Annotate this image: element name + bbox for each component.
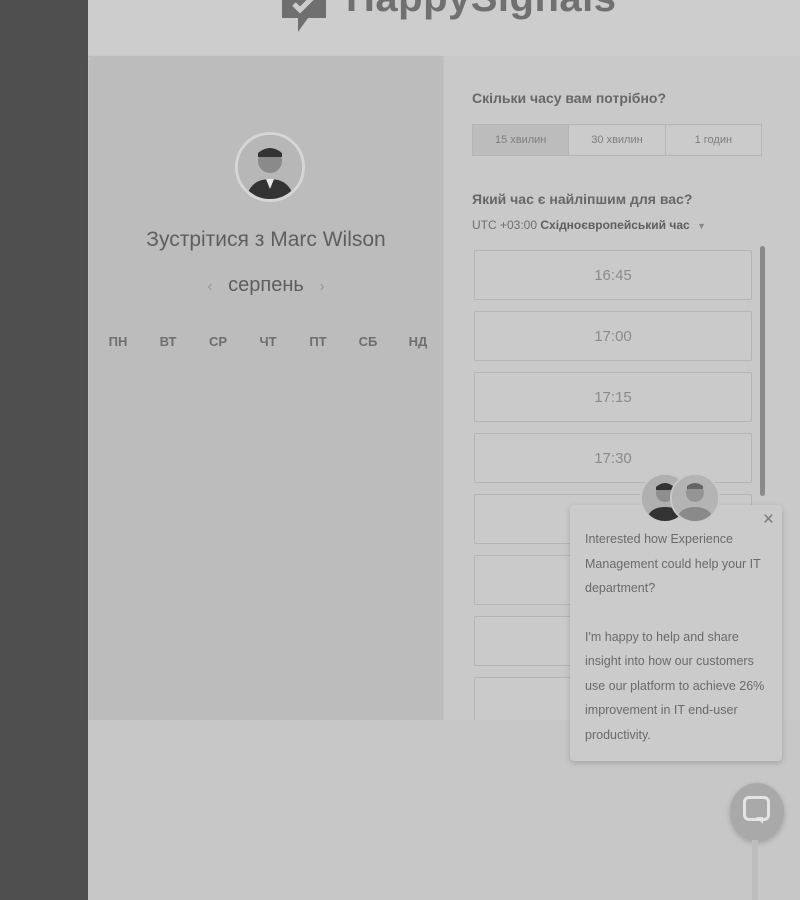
slot-scrollbar[interactable] bbox=[760, 246, 765, 496]
chat-launcher-button[interactable] bbox=[730, 783, 784, 841]
happysignals-logo-icon bbox=[282, 0, 326, 32]
scroll-edge bbox=[752, 840, 758, 900]
weekday-label: НД bbox=[408, 334, 428, 349]
timezone-name: Східноєвропейський час bbox=[540, 218, 690, 232]
popup-message: Interested how Experience Management cou… bbox=[585, 527, 771, 771]
logo-bar: HappySignals bbox=[88, 0, 800, 57]
weekday-label: ЧТ bbox=[259, 334, 277, 349]
weekday-label: ПН bbox=[108, 334, 128, 349]
month-nav: ‹ серпень › bbox=[90, 274, 442, 297]
timezone-selector[interactable]: UTC +03:00 Східноєвропейський час ▼ bbox=[472, 218, 706, 232]
time-slot[interactable]: 16:45 bbox=[474, 250, 752, 300]
duration-option-60[interactable]: 1 годин bbox=[666, 125, 761, 155]
weekday-label: ПТ bbox=[309, 334, 327, 349]
host-panel: Зустрітися з Marc Wilson ‹ серпень › ПН … bbox=[90, 56, 442, 720]
time-question: Який час є найліпшим для вас? bbox=[472, 191, 693, 207]
duration-option-30[interactable]: 30 хвилин bbox=[569, 125, 666, 155]
duration-option-15[interactable]: 15 хвилин bbox=[473, 125, 570, 155]
meet-title: Зустрітися з Marc Wilson bbox=[146, 228, 386, 251]
host-name: Marc Wilson bbox=[270, 228, 386, 251]
weekday-label: ВТ bbox=[159, 334, 177, 349]
chat-popup: × Interested how Experience Management c… bbox=[570, 505, 782, 761]
duration-selector: 15 хвилин 30 хвилин 1 годин bbox=[472, 124, 762, 156]
month-label: серпень bbox=[228, 274, 304, 296]
popup-paragraph: Interested how Experience Management cou… bbox=[585, 532, 761, 595]
caret-down-icon: ▼ bbox=[697, 221, 706, 231]
time-slot[interactable]: 17:15 bbox=[474, 372, 752, 422]
brand-name: HappySignals bbox=[346, 0, 617, 21]
host-avatar bbox=[235, 132, 305, 202]
weekday-label: СБ bbox=[358, 334, 378, 349]
agent-avatar bbox=[670, 473, 720, 523]
popup-paragraph: I'm happy to help and share insight into… bbox=[585, 629, 765, 742]
weekday-header: ПН ВТ СР ЧТ ПТ СБ НД bbox=[98, 334, 438, 349]
weekday-label: СР bbox=[208, 334, 228, 349]
time-slot[interactable]: 17:00 bbox=[474, 311, 752, 361]
timezone-offset: UTC +03:00 bbox=[472, 218, 538, 232]
agent-avatars bbox=[640, 473, 720, 523]
next-month-icon[interactable]: › bbox=[309, 278, 334, 295]
duration-question: Скільки часу вам потрібно? bbox=[472, 90, 667, 106]
prev-month-icon[interactable]: ‹ bbox=[197, 278, 222, 295]
